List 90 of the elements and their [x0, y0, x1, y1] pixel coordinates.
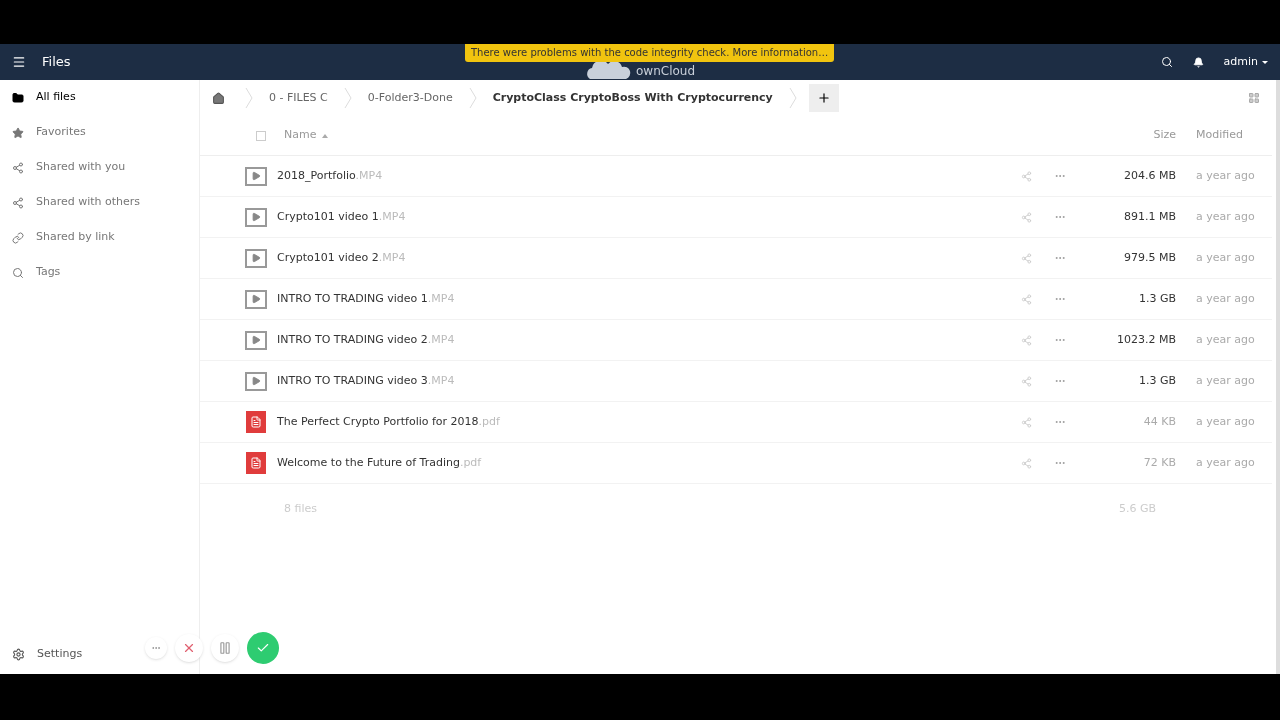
file-name: INTRO TO TRADING video 1.MP4 — [277, 290, 456, 307]
sidebar-item[interactable]: Shared by link — [0, 220, 199, 255]
sidebar-item[interactable]: Favorites — [0, 115, 199, 150]
more-icon[interactable] — [145, 637, 167, 659]
file-name: The Perfect Crypto Portfolio for 2018.pdf — [277, 413, 501, 430]
breadcrumb-link[interactable]: CryptoClass CryptoBoss With Cryptocurrency — [492, 89, 773, 107]
file-name: Crypto101 video 2.MP4 — [277, 249, 407, 266]
check-icon — [256, 641, 270, 655]
select-all-checkbox[interactable] — [256, 130, 266, 141]
pause-icon — [218, 641, 232, 655]
breadcrumb-link[interactable]: 0-Folder3-Done — [367, 89, 453, 107]
bell-icon[interactable] — [1192, 56, 1204, 68]
file-modified: a year ago — [1196, 208, 1256, 225]
file-name: INTRO TO TRADING video 2.MP4 — [277, 331, 456, 348]
file-size: 979.5 MB — [1122, 249, 1176, 266]
file-size: 1023.2 MB — [1115, 331, 1176, 348]
folder-icon — [12, 91, 24, 104]
user-menu[interactable]: admin — [1223, 53, 1268, 71]
file-name: Welcome to the Future of Trading.pdf — [277, 454, 483, 471]
video-file-icon — [245, 166, 267, 186]
search-icon[interactable] — [1160, 56, 1173, 68]
breadcrumb-separator-icon — [343, 87, 352, 109]
file-size: 1.3 GB — [1137, 290, 1176, 307]
video-file-icon — [245, 330, 267, 350]
home-icon[interactable] — [212, 91, 225, 105]
search-icon — [12, 266, 24, 279]
file-row[interactable]: The Perfect Crypto Portfolio for 2018.pdf 44 KB a year ago — [200, 402, 1272, 443]
file-row[interactable]: Welcome to the Future of Trading.pdf 72 KB a year ago — [200, 443, 1272, 484]
file-row[interactable]: Crypto101 video 1.MP4 891.1 MB a year ago — [200, 197, 1272, 238]
app-title: Files — [42, 53, 71, 72]
pdf-file-icon — [246, 411, 266, 433]
file-name: Crypto101 video 1.MP4 — [277, 208, 407, 225]
video-file-icon — [245, 289, 267, 309]
share-icon[interactable] — [1021, 170, 1032, 182]
file-modified: a year ago — [1196, 372, 1256, 389]
logo-text: ownCloud — [636, 63, 696, 80]
file-row[interactable]: INTRO TO TRADING video 2.MP4 1023.2 MB a year ago — [200, 320, 1272, 361]
video-file-icon — [245, 371, 267, 391]
breadcrumb-separator-icon — [468, 87, 477, 109]
share-icon[interactable] — [1021, 375, 1032, 387]
sort-ascending-icon — [322, 133, 329, 138]
file-size: 204.6 MB — [1122, 167, 1176, 184]
file-size: 1.3 GB — [1137, 372, 1176, 389]
pdf-file-icon — [246, 452, 266, 474]
share-icon[interactable] — [1021, 457, 1032, 469]
file-modified: a year ago — [1196, 331, 1256, 348]
file-row[interactable]: INTRO TO TRADING video 1.MP4 1.3 GB a year ago — [200, 279, 1272, 320]
grid-view-icon[interactable] — [1248, 92, 1260, 104]
share-icon[interactable] — [1021, 211, 1032, 223]
file-name: 2018_Portfolio.MP4 — [277, 167, 384, 184]
share-icon[interactable] — [1021, 416, 1032, 428]
breadcrumb-separator-icon — [245, 87, 253, 109]
breadcrumb-separator-icon — [788, 87, 797, 109]
breadcrumb-link[interactable]: 0 - FILES C — [269, 89, 328, 107]
file-modified: a year ago — [1196, 249, 1256, 266]
file-size: 72 KB — [1142, 454, 1176, 471]
close-icon — [182, 641, 196, 655]
file-size: 891.1 MB — [1122, 208, 1176, 225]
link-icon — [12, 231, 24, 244]
confirm-button[interactable] — [247, 632, 279, 664]
video-file-icon — [245, 248, 267, 268]
close-button[interactable] — [175, 634, 203, 662]
star-icon — [12, 126, 24, 139]
new-button[interactable] — [808, 84, 839, 112]
integrity-warning[interactable]: There were problems with the code integrity check. More information… — [465, 44, 835, 62]
file-name: INTRO TO TRADING video 3.MP4 — [277, 372, 456, 389]
share-icon[interactable] — [1021, 334, 1032, 346]
file-row[interactable]: INTRO TO TRADING video 3.MP4 1.3 GB a year ago — [200, 361, 1272, 402]
file-row[interactable]: 2018_Portfolio.MP4 204.6 MB a year ago — [200, 156, 1272, 197]
share-icon — [12, 196, 24, 209]
file-modified: a year ago — [1196, 454, 1256, 471]
file-modified: a year ago — [1196, 167, 1256, 184]
menu-icon[interactable] — [12, 55, 26, 69]
share-icon — [12, 161, 24, 174]
cloud-logo-icon — [584, 59, 632, 79]
settings-item[interactable]: Settings — [12, 644, 83, 664]
video-file-icon — [245, 207, 267, 227]
settings-icon — [12, 647, 25, 661]
file-row[interactable]: Crypto101 video 2.MP4 979.5 MB a year ago — [200, 238, 1272, 279]
plus-icon — [816, 91, 831, 105]
share-icon[interactable] — [1021, 252, 1032, 264]
file-size: 44 KB — [1142, 413, 1176, 430]
file-modified: a year ago — [1196, 413, 1256, 430]
sidebar-item[interactable]: Tags — [0, 255, 199, 290]
sidebar-item[interactable]: Shared with others — [0, 185, 199, 220]
sidebar-item[interactable]: Shared with you — [0, 150, 199, 185]
sidebar-item[interactable]: All files — [0, 80, 199, 115]
share-icon[interactable] — [1021, 293, 1032, 305]
pause-button[interactable] — [211, 634, 239, 662]
file-modified: a year ago — [1196, 290, 1256, 307]
